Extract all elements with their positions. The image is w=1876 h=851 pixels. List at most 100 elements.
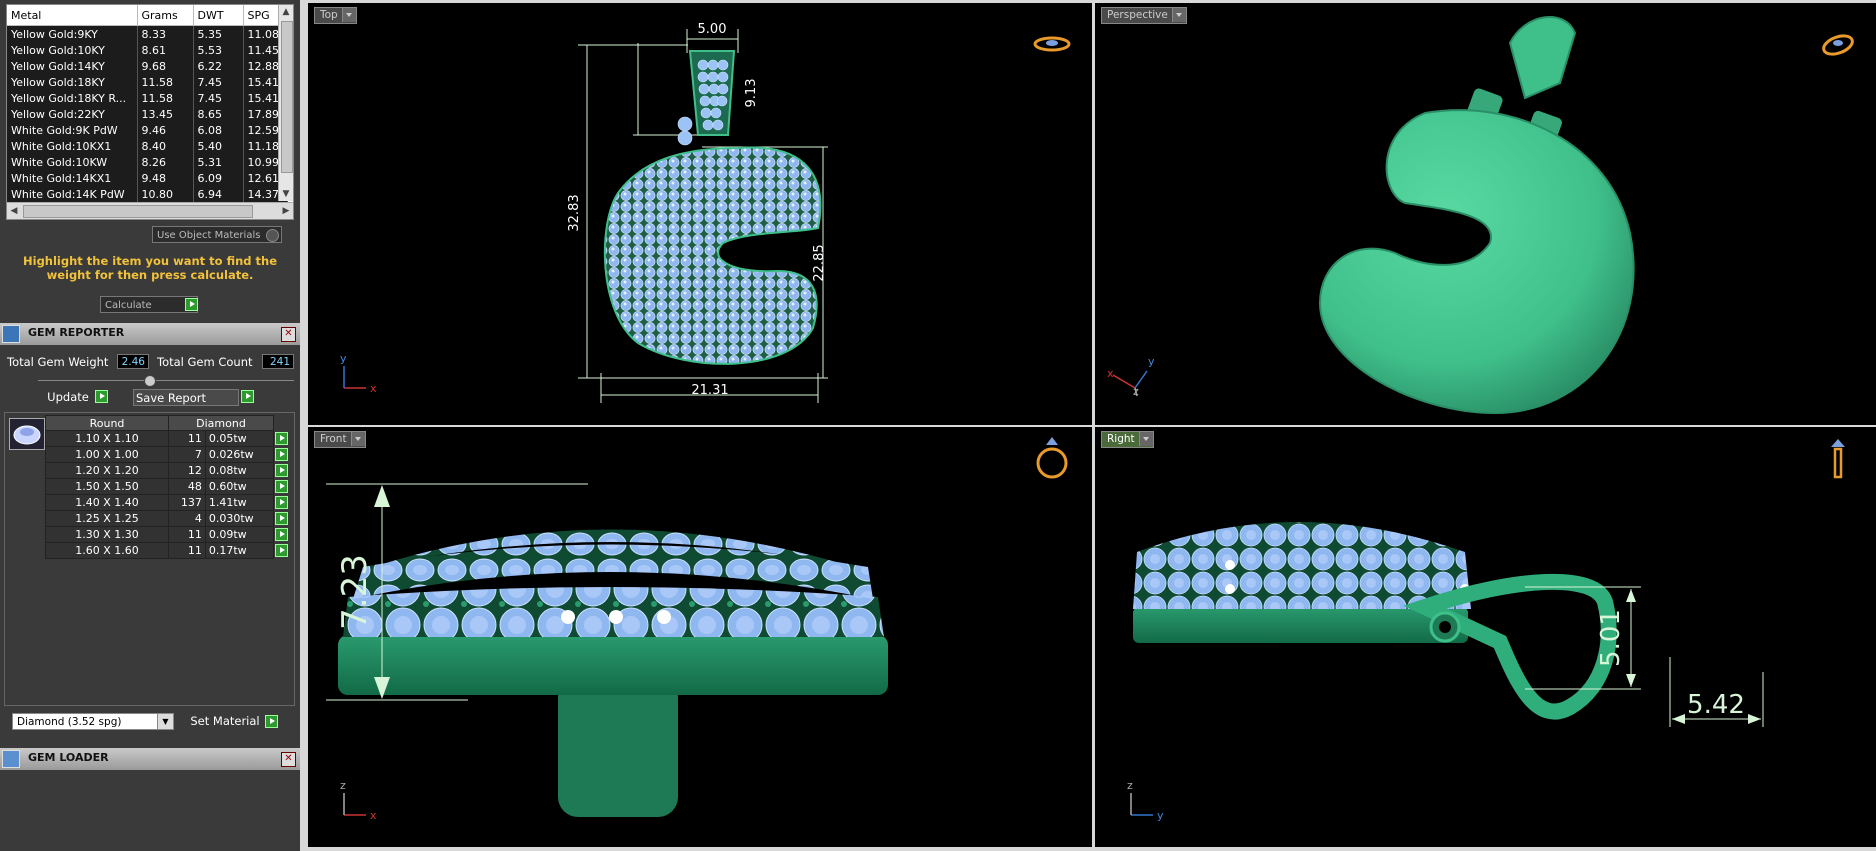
axis-x-label: x xyxy=(370,809,377,822)
gem-report-row[interactable]: 1.20 X 1.20 12 0.08tw xyxy=(45,462,293,479)
metal-table-row[interactable]: White Gold:10KX1 8.40 5.40 11.18 xyxy=(7,138,288,154)
metal-table-header[interactable]: Grams xyxy=(137,5,194,26)
metal-table-row[interactable]: White Gold:14KX1 9.48 6.09 12.61 xyxy=(7,170,288,186)
metal-table-cell: White Gold:10KX1 xyxy=(7,138,138,154)
update-button[interactable]: Update xyxy=(41,389,95,406)
chevron-down-icon[interactable] xyxy=(350,432,365,446)
gem-report-row[interactable]: 1.30 X 1.30 11 0.09tw xyxy=(45,526,293,543)
set-material-button[interactable]: Set Material xyxy=(186,713,264,730)
viewport-label-right[interactable]: Right xyxy=(1101,431,1154,448)
gem-reporter-icon xyxy=(2,325,20,343)
gem-weight-cell: 0.09tw xyxy=(204,526,275,543)
gem-row-select-cell xyxy=(274,527,293,543)
ring-side-icon[interactable] xyxy=(1831,439,1845,479)
viewport-top[interactable]: 5.00 9.13 32.83 22.85 21.31 x y Top xyxy=(308,3,1092,425)
metal-table-row[interactable]: Yellow Gold:14KY 9.68 6.22 12.88 xyxy=(7,58,288,74)
gem-report-row[interactable]: 1.40 X 1.40 137 1.41tw xyxy=(45,494,293,511)
ring-view-icon[interactable] xyxy=(1033,36,1071,52)
viewport-front[interactable]: 7.23 x z Front xyxy=(308,427,1092,847)
gem-row-select-icon[interactable] xyxy=(275,544,288,557)
metal-table-header[interactable]: DWT xyxy=(193,5,244,26)
radio-icon[interactable] xyxy=(266,229,279,242)
scroll-right-icon[interactable]: ▶ xyxy=(279,204,293,218)
use-object-materials-toggle[interactable]: Use Object Materials xyxy=(152,226,282,243)
update-go-icon[interactable] xyxy=(95,390,108,403)
chevron-down-icon[interactable] xyxy=(341,8,356,22)
metal-table-row[interactable]: Yellow Gold:18KY 11.58 7.45 15.41 xyxy=(7,74,288,90)
right-bail-loop xyxy=(1403,573,1617,720)
calculate-go-icon[interactable] xyxy=(185,298,198,311)
set-material-go-icon[interactable] xyxy=(265,715,278,728)
metal-table-cell: 8.40 xyxy=(137,138,194,154)
gem-row-select-icon[interactable] xyxy=(275,464,288,477)
metal-table-row[interactable]: White Gold:10KW 8.26 5.31 10.99 xyxy=(7,154,288,170)
gem-report-row[interactable]: 1.50 X 1.50 48 0.60tw xyxy=(45,478,293,495)
gem-report-row[interactable]: 1.10 X 1.10 11 0.05tw xyxy=(45,430,293,447)
dim-front-height: 7.23 xyxy=(335,554,375,630)
vertical-scrollbar[interactable]: ▲ ▼ xyxy=(278,5,293,201)
scroll-down-icon[interactable]: ▼ xyxy=(279,187,293,201)
metal-table-row[interactable]: Yellow Gold:10KY 8.61 5.53 11.45 xyxy=(7,42,288,58)
viewport-label-perspective[interactable]: Perspective xyxy=(1101,7,1187,24)
ring-front-icon[interactable] xyxy=(1036,437,1068,479)
calculate-button[interactable]: Calculate xyxy=(100,296,198,313)
axis-x-label: x xyxy=(1107,367,1114,380)
slider-handle[interactable] xyxy=(144,375,156,387)
save-report-label: Save Report xyxy=(136,391,207,405)
dim-body-height: 22.85 xyxy=(812,244,827,281)
close-icon[interactable]: ✕ xyxy=(281,327,296,342)
metal-table-row[interactable]: White Gold:9K PdW 9.46 6.08 12.59 xyxy=(7,122,288,138)
save-report-button[interactable]: Save Report xyxy=(133,389,239,406)
gem-report-row[interactable]: 1.25 X 1.25 4 0.030tw xyxy=(45,510,293,527)
ring-view-icon[interactable] xyxy=(1821,32,1855,57)
gem-row-select-cell xyxy=(274,495,293,511)
metal-weight-table[interactable]: Metal Grams DWT SPG Yellow Gold:9KY 8.33 5.35… xyxy=(6,4,294,220)
save-report-go-icon[interactable] xyxy=(241,390,254,403)
metal-table-row[interactable]: Yellow Gold:22KY 13.45 8.65 17.89 xyxy=(7,106,288,122)
viewport-label-top[interactable]: Top xyxy=(314,7,357,24)
chevron-down-icon[interactable]: ▼ xyxy=(157,714,173,729)
horizontal-scrollbar[interactable]: ◀ ▶ xyxy=(7,202,293,219)
gem-row-select-icon[interactable] xyxy=(275,448,288,461)
metal-table-cell: White Gold:9K PdW xyxy=(7,122,138,138)
gem-loader-title: GEM LOADER xyxy=(28,751,109,764)
gem-size-cell: 1.40 X 1.40 xyxy=(45,494,169,511)
metal-table-row[interactable]: Yellow Gold:9KY 8.33 5.35 11.08 xyxy=(7,25,288,42)
slider-track xyxy=(38,380,294,381)
dim-body-width: 21.31 xyxy=(691,383,728,398)
shape-header: Round xyxy=(45,415,169,431)
metal-table-cell: Yellow Gold:18KY R... xyxy=(7,90,138,106)
scroll-thumb[interactable] xyxy=(281,21,293,173)
gem-size-cell: 1.25 X 1.25 xyxy=(45,510,169,527)
viewport-label-front-text: Front xyxy=(320,433,347,445)
calculate-hint: Highlight the item you want to find the … xyxy=(23,254,277,282)
metal-table-cell: Yellow Gold:9KY xyxy=(7,25,138,42)
viewport-right[interactable]: 5.01 5.42 y z Right xyxy=(1095,427,1876,847)
gem-row-select-icon[interactable] xyxy=(275,480,288,493)
chevron-down-icon[interactable] xyxy=(1171,8,1186,22)
dim-bail-height: 9.13 xyxy=(744,79,759,108)
metal-table-header[interactable]: Metal xyxy=(7,5,138,26)
metal-table-cell: 5.31 xyxy=(193,154,244,170)
scroll-left-icon[interactable]: ◀ xyxy=(7,204,21,218)
calculate-label: Calculate xyxy=(105,300,152,311)
hscroll-thumb[interactable] xyxy=(23,205,253,218)
gem-report-row[interactable]: 1.60 X 1.60 11 0.17tw xyxy=(45,542,293,559)
gem-report-row[interactable]: 1.00 X 1.00 7 0.026tw xyxy=(45,446,293,463)
chevron-down-icon[interactable] xyxy=(1138,432,1153,446)
viewport-perspective[interactable]: x y z Perspective xyxy=(1095,3,1876,425)
axis-z-label: z xyxy=(340,779,346,792)
gem-row-select-icon[interactable] xyxy=(275,528,288,541)
metal-table-cell: Yellow Gold:14KY xyxy=(7,58,138,74)
gem-weight-cell: 0.17tw xyxy=(204,542,275,559)
scroll-up-icon[interactable]: ▲ xyxy=(279,5,293,19)
viewport-label-front[interactable]: Front xyxy=(314,431,366,448)
metal-table-row[interactable]: White Gold:14K PdW 10.80 6.94 14.37 xyxy=(7,186,288,202)
gem-row-select-icon[interactable] xyxy=(275,432,288,445)
gem-row-select-icon[interactable] xyxy=(275,496,288,509)
gem-row-select-icon[interactable] xyxy=(275,512,288,525)
close-icon[interactable]: ✕ xyxy=(281,752,296,767)
material-select[interactable]: Diamond (3.52 spg) ▼ xyxy=(12,713,174,730)
dim-bail-height: 5.01 xyxy=(1596,609,1626,667)
metal-table-row[interactable]: Yellow Gold:18KY R... 11.58 7.45 15.41 xyxy=(7,90,288,106)
